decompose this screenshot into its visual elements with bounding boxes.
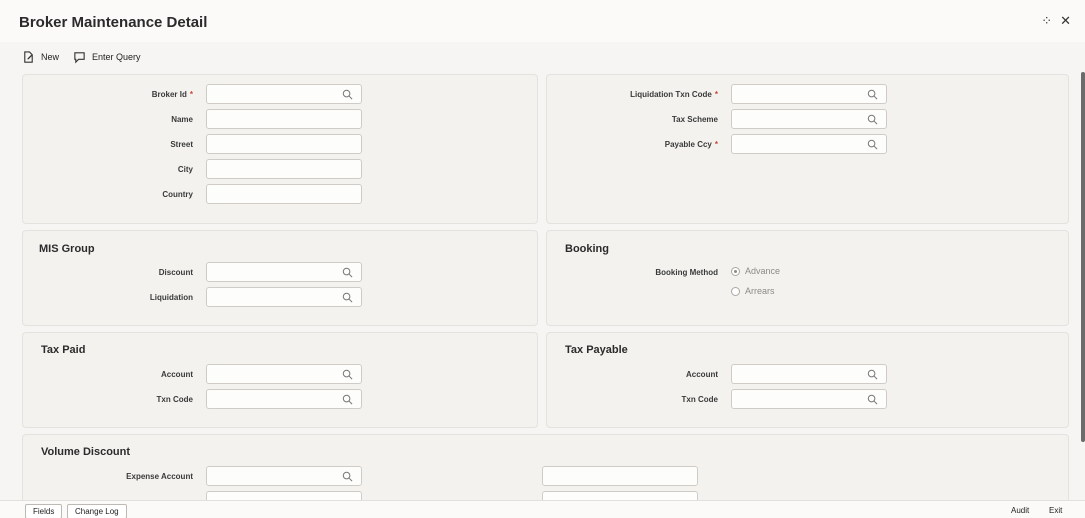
tax-paid-account-field[interactable] bbox=[206, 364, 362, 384]
search-icon[interactable] bbox=[867, 89, 878, 100]
country-field[interactable] bbox=[206, 184, 362, 204]
new-document-icon bbox=[24, 50, 33, 63]
tax-paid-txn-code-label: Txn Code bbox=[156, 395, 193, 404]
payable-ccy-label: Payable Ccy * bbox=[664, 140, 718, 149]
toolbar: New Enter Query bbox=[0, 46, 1085, 68]
search-icon[interactable] bbox=[867, 139, 878, 150]
footer-bar: Fields Change Log Audit Exit bbox=[0, 500, 1085, 518]
radio-unselected-icon[interactable] bbox=[731, 286, 740, 296]
expense-account-field[interactable] bbox=[206, 466, 362, 486]
street-field[interactable] bbox=[206, 134, 362, 154]
tax-payable-account-field[interactable] bbox=[731, 364, 887, 384]
query-chat-icon bbox=[74, 51, 85, 63]
title-bar: Broker Maintenance Detail ⁘ ✕ bbox=[0, 0, 1085, 42]
expense-account-description-field[interactable] bbox=[542, 466, 698, 486]
tax-payable-title: Tax Payable bbox=[565, 344, 628, 356]
country-label: Country bbox=[162, 190, 193, 199]
tax-scheme-label: Tax Scheme bbox=[671, 115, 718, 124]
window-controls: ⁘ ✕ bbox=[1041, 14, 1071, 28]
mis-group-title: MIS Group bbox=[39, 243, 95, 255]
city-field[interactable] bbox=[206, 159, 362, 179]
tax-payable-account-label: Account bbox=[686, 370, 718, 379]
enter-query-button[interactable]: Enter Query bbox=[73, 51, 141, 64]
tax-scheme-field[interactable] bbox=[731, 109, 887, 129]
vertical-scrollbar[interactable] bbox=[1081, 72, 1085, 442]
booking-advance-radio[interactable]: Advance bbox=[731, 266, 780, 276]
change-log-button[interactable]: Change Log bbox=[67, 504, 127, 518]
booking-advance-label: Advance bbox=[745, 266, 781, 276]
search-icon[interactable] bbox=[342, 89, 353, 100]
collapse-icon[interactable]: ⁘ bbox=[1041, 14, 1052, 28]
search-icon[interactable] bbox=[342, 267, 353, 278]
booking-arrears-label: Arrears bbox=[745, 286, 775, 296]
volume-discount-title: Volume Discount bbox=[41, 446, 131, 458]
street-label: Street bbox=[170, 140, 193, 149]
search-icon[interactable] bbox=[867, 394, 878, 405]
discount-field[interactable] bbox=[206, 262, 362, 282]
booking-panel: Booking bbox=[546, 230, 1069, 326]
broker-id-field[interactable] bbox=[206, 84, 362, 104]
search-icon[interactable] bbox=[342, 471, 353, 482]
search-icon[interactable] bbox=[342, 394, 353, 405]
booking-arrears-radio[interactable]: Arrears bbox=[731, 286, 775, 296]
city-label: City bbox=[177, 165, 193, 174]
tax-payable-txn-code-field[interactable] bbox=[731, 389, 887, 409]
enter-query-label: Enter Query bbox=[92, 52, 141, 62]
tax-paid-account-label: Account bbox=[161, 370, 193, 379]
name-field[interactable] bbox=[206, 109, 362, 129]
broker-id-label: Broker Id * bbox=[151, 90, 193, 99]
expense-account-label: Expense Account bbox=[126, 472, 193, 481]
audit-button[interactable]: Audit bbox=[1011, 506, 1029, 515]
booking-method-label: Booking Method bbox=[655, 268, 718, 277]
liquidation-txn-code-field[interactable] bbox=[731, 84, 887, 104]
radio-selected-icon[interactable] bbox=[731, 266, 740, 276]
mis-liquidation-label: Liquidation bbox=[149, 293, 193, 302]
liquidation-txn-code-label: Liquidation Txn Code * bbox=[630, 90, 718, 99]
fields-button[interactable]: Fields bbox=[25, 504, 63, 518]
search-icon[interactable] bbox=[342, 292, 353, 303]
search-icon[interactable] bbox=[867, 369, 878, 380]
new-button[interactable]: New bbox=[22, 50, 60, 64]
tax-paid-txn-code-field[interactable] bbox=[206, 389, 362, 409]
mis-liquidation-field[interactable] bbox=[206, 287, 362, 307]
close-icon[interactable]: ✕ bbox=[1060, 14, 1071, 28]
discount-label: Discount bbox=[158, 268, 193, 277]
tax-paid-title: Tax Paid bbox=[41, 344, 86, 356]
exit-button[interactable]: Exit bbox=[1049, 506, 1062, 515]
name-label: Name bbox=[171, 115, 193, 124]
page-title: Broker Maintenance Detail bbox=[19, 14, 208, 31]
search-icon[interactable] bbox=[867, 114, 878, 125]
payable-ccy-field[interactable] bbox=[731, 134, 887, 154]
search-icon[interactable] bbox=[342, 369, 353, 380]
tax-payable-txn-code-label: Txn Code bbox=[681, 395, 718, 404]
new-button-label: New bbox=[41, 52, 60, 62]
booking-title: Booking bbox=[565, 243, 609, 255]
